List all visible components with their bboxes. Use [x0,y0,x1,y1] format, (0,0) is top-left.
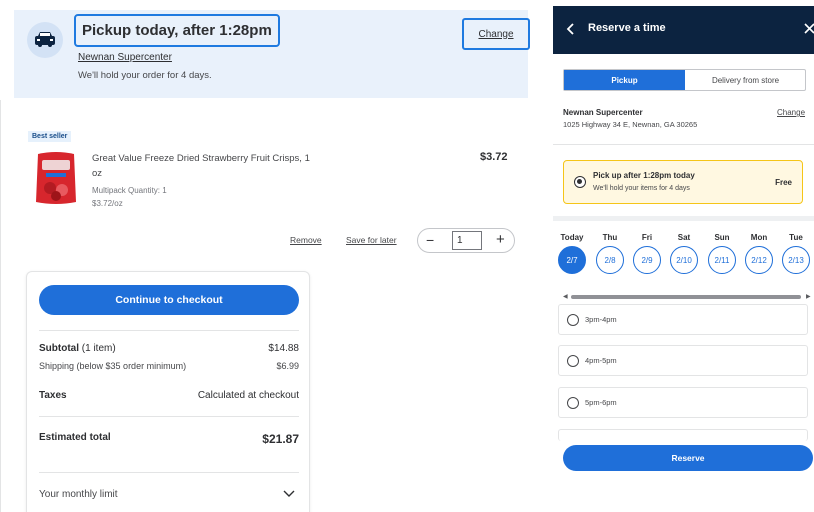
subtotal-label: Subtotal [39,343,79,354]
option-subtitle: We'll hold your items for 4 days [593,185,690,192]
pickup-banner: Pickup today, after 1:28pm Newnan Superc… [14,10,530,98]
day-mon[interactable]: Mon 2/12 [744,233,774,274]
divider [39,416,299,417]
time-slot[interactable]: 4pm-5pm [558,345,808,376]
remove-button[interactable]: Remove [290,235,322,245]
radio-unselected-icon[interactable] [567,314,579,326]
save-for-later-button[interactable]: Save for later [346,235,397,245]
day-date[interactable]: 2/10 [670,246,698,274]
taxes-value: Calculated at checkout [197,390,299,401]
day-sat[interactable]: Sat 2/10 [669,233,699,274]
divider [553,144,814,145]
product-image[interactable] [34,150,78,206]
day-date[interactable]: 2/13 [782,246,810,274]
day-date[interactable]: 2/11 [708,246,736,274]
minus-icon[interactable]: − [426,232,434,248]
day-name: Mon [750,233,768,242]
total-label: Estimated total [39,432,111,443]
continue-to-checkout-button[interactable]: Continue to checkout [39,285,299,315]
day-name: Today [560,233,584,242]
cart-panel: Pickup today, after 1:28pm Newnan Superc… [0,0,540,512]
fulfillment-toggle: Pickup Delivery from store [563,69,806,91]
total-row: Estimated total $21.87 [39,432,299,446]
radio-selected-icon[interactable] [574,176,586,188]
scroll-left-icon[interactable]: ◀ [563,294,568,300]
slot-label: 5pm-6pm [585,398,617,407]
panel-title: Reserve a time [588,22,666,34]
scrollbar-thumb[interactable] [571,295,801,299]
back-icon[interactable] [563,20,579,38]
multipack-text: Multipack Quantity: 1 [92,186,167,195]
divider [0,100,1,512]
shipping-value: $6.99 [276,361,299,371]
pickup-title: Pickup today, after 1:28pm [74,14,280,47]
monthly-limit-label: Your monthly limit [39,489,118,500]
store-link[interactable]: Newnan Supercenter [78,52,172,63]
day-date[interactable]: 2/9 [633,246,661,274]
divider [39,472,299,473]
monthly-limit-toggle[interactable]: Your monthly limit [39,489,299,500]
day-name: Sat [677,233,691,242]
hold-notice: We'll hold your order for 4 days. [78,70,212,81]
slot-label: 4pm-5pm [585,356,617,365]
time-slot[interactable]: 3pm-4pm [558,304,808,335]
product-name[interactable]: Great Value Freeze Dried Strawberry Frui… [92,151,322,181]
best-seller-badge: Best seller [28,131,72,142]
pickup-car-icon [27,22,63,58]
unit-price: $3.72/oz [92,199,123,208]
pickup-option-card[interactable]: Pick up after 1:28pm today We'll hold yo… [563,160,803,204]
day-today[interactable]: Today 2/7 [557,233,587,274]
slot-label: 3pm-4pm [585,315,617,324]
taxes-label: Taxes [39,390,67,401]
divider [39,330,299,331]
scroll-right-icon[interactable]: ▶ [806,294,811,300]
shipping-label: Shipping (below $35 order minimum) [39,361,187,371]
day-date[interactable]: 2/12 [745,246,773,274]
option-title: Pick up after 1:28pm today [593,171,695,180]
quantity-stepper: − 1 + [417,228,515,253]
subtotal-value: $14.88 [268,343,299,354]
total-value: $21.87 [262,432,299,446]
close-icon[interactable] [803,21,814,37]
radio-unselected-icon[interactable] [567,397,579,409]
radio-unselected-icon[interactable] [567,355,579,367]
chevron-down-icon [283,487,295,502]
tab-pickup[interactable]: Pickup [564,70,685,90]
day-name: Thu [602,233,618,242]
day-name: Tue [789,233,803,242]
time-slot[interactable]: 5pm-6pm [558,387,808,418]
option-price: Free [775,178,792,187]
day-date[interactable]: 2/8 [596,246,624,274]
day-tue[interactable]: Tue 2/13 [781,233,811,274]
taxes-row: Taxes Calculated at checkout [39,390,299,401]
quantity-input[interactable]: 1 [452,231,482,250]
tab-delivery-from-store[interactable]: Delivery from store [685,70,806,90]
plus-icon[interactable]: + [496,231,505,248]
reserve-button[interactable]: Reserve [563,445,813,471]
panel-header: Reserve a time [553,6,814,54]
day-scrollbar[interactable]: ◀ ▶ [563,294,813,300]
day-sun[interactable]: Sun 2/11 [707,233,737,274]
day-date[interactable]: 2/7 [558,246,586,274]
shipping-row: Shipping (below $35 order minimum) $6.99 [39,361,299,371]
subtotal-count: (1 item) [81,343,116,354]
time-slot-partial[interactable] [558,429,808,441]
subtotal-row: Subtotal (1 item) $14.88 [39,343,299,354]
day-fri[interactable]: Fri 2/9 [632,233,662,274]
day-name: Fri [641,233,653,242]
day-thu[interactable]: Thu 2/8 [595,233,625,274]
store-name: Newnan Supercenter [563,108,643,117]
section-divider [553,216,814,221]
day-name: Sun [714,233,730,242]
change-store-link[interactable]: Change [777,108,805,117]
store-address: 1025 Highway 34 E, Newnan, GA 30265 [563,120,698,129]
product-price: $3.72 [480,151,508,163]
product-meta: Multipack Quantity: 1 $3.72/oz [92,184,167,210]
order-summary-card: Continue to checkout Subtotal (1 item) $… [26,271,310,512]
reserve-time-panel: Reserve a time Pickup Delivery from stor… [553,0,814,512]
change-pickup-button[interactable]: Change [462,18,530,50]
